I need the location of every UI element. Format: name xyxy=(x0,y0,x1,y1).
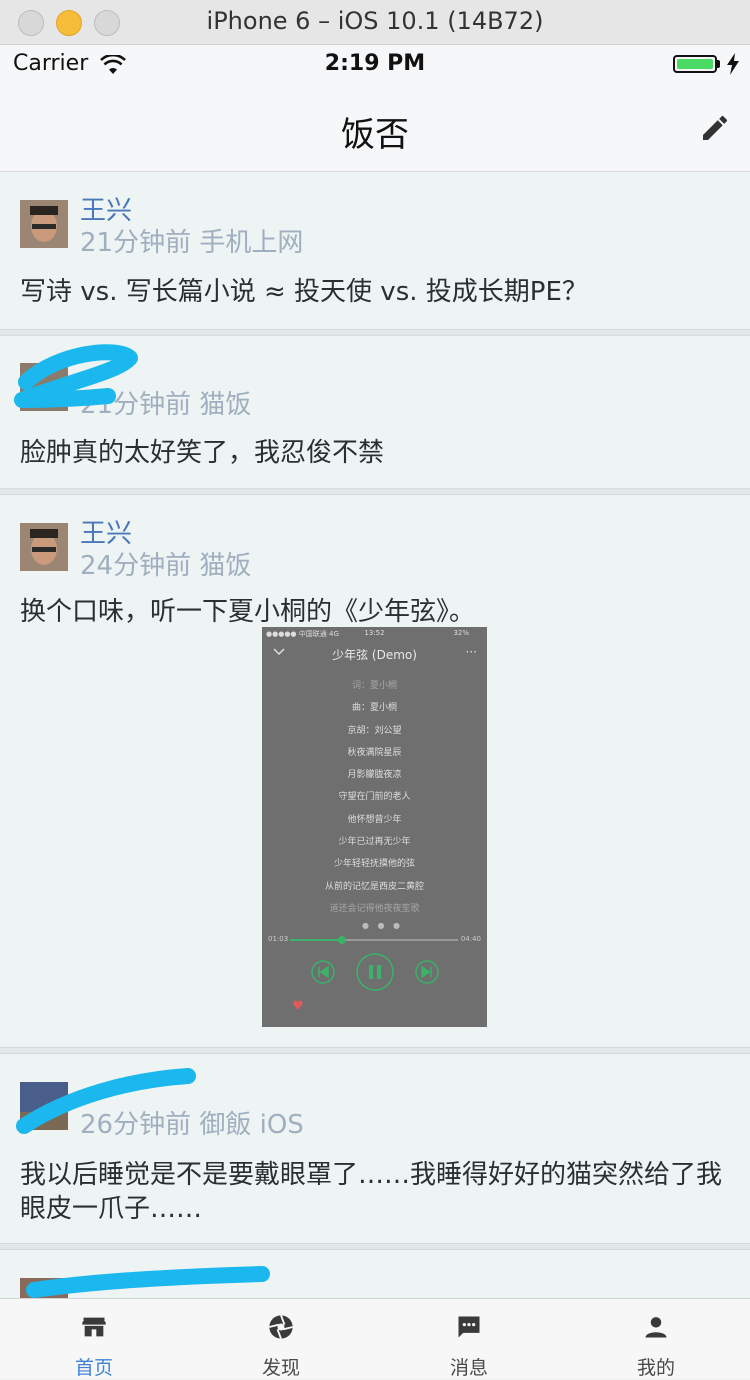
lyric-line: 月影朦胧夜凉 xyxy=(347,770,402,781)
redaction-scribble xyxy=(14,344,138,408)
post-meta: 21分钟前 手机上网 xyxy=(80,228,304,258)
store-icon xyxy=(82,1317,106,1337)
lyric-line: 从前的记忆是西皮二黄腔 xyxy=(324,881,424,892)
redaction-scribble xyxy=(16,1068,196,1134)
status-item[interactable]: 21分钟前 猫饭 脸肿真的太好笑了，我忍俊不禁 xyxy=(0,336,750,489)
timeline-feed[interactable]: 王兴 21分钟前 手机上网 写诗 vs. 写长篇小说 ≈ 投天使 vs. 投成长… xyxy=(0,172,750,1298)
navigation-bar: 饭否 xyxy=(0,85,750,172)
post-meta: 24分钟前 猫饭 xyxy=(80,551,252,581)
time-end: 04:40 xyxy=(460,935,481,943)
pencil-icon[interactable] xyxy=(699,112,731,144)
photo-status-bar: ●●●●● 中国联通 4G 13:52 32% xyxy=(266,629,469,638)
post-text: 我以后睡觉是不是要戴眼罩了……我睡得好好的猫突然给了我眼皮一爪子…… xyxy=(20,1160,723,1224)
more-icon: ··· xyxy=(465,645,477,659)
redaction-scribble xyxy=(26,1266,270,1298)
tab-label: 首页 xyxy=(74,1357,113,1379)
tab-me[interactable]: 我的 xyxy=(562,1299,750,1379)
post-photo[interactable]: ●●●●● 中国联通 4G 13:52 32% 少年弦 (Demo) ··· 词… xyxy=(262,627,487,1027)
tab-home[interactable]: 首页 xyxy=(0,1299,188,1379)
status-item[interactable]: 王兴 21分钟前 手机上网 写诗 vs. 写长篇小说 ≈ 投天使 vs. 投成长… xyxy=(0,172,750,330)
charging-bolt-icon xyxy=(727,53,739,75)
player-controls xyxy=(311,953,439,991)
battery-icon xyxy=(673,55,717,73)
page-dots: ● ● ● xyxy=(362,921,404,930)
chat-icon xyxy=(458,1316,480,1338)
battery-tip xyxy=(717,60,720,68)
lyrics-list: 词：夏小桐曲：夏小桐京胡：刘公望 秋夜满院星辰 月影朦胧夜凉 守望在门前的老人 他怀想曾… xyxy=(262,675,487,920)
person-icon xyxy=(645,1317,667,1338)
tab-label: 我的 xyxy=(636,1357,675,1379)
heart-icon: ♥ xyxy=(292,999,304,1014)
tab-messages[interactable]: 消息 xyxy=(375,1299,563,1379)
lyric-line: 守望在门前的老人 xyxy=(338,792,411,803)
status-item[interactable]: 26分钟前 御飯 iOS 我以后睡觉是不是要戴眼罩了……我睡得好好的猫突然给了我… xyxy=(0,1054,750,1244)
song-title: 少年弦 (Demo) xyxy=(332,648,417,662)
avatar[interactable] xyxy=(20,523,68,571)
seek-track xyxy=(290,936,458,944)
post-text: 换个口味，听一下夏小桐的《少年弦》。 xyxy=(20,597,476,627)
post-text: 写诗 vs. 写长篇小说 ≈ 投天使 vs. 投成长期PE？ xyxy=(20,277,588,307)
lyric-line: 道还会记得他夜夜笙歌 xyxy=(329,903,420,914)
tab-discover[interactable]: 发现 xyxy=(187,1299,375,1379)
lyric-line: 词：夏小桐 xyxy=(351,681,397,691)
lyric-line: 京胡：刘公望 xyxy=(347,725,402,736)
lyric-line: 曲：夏小桐 xyxy=(351,703,397,714)
lyric-line: 少年轻轻抚摸他的弦 xyxy=(333,859,415,870)
status-item[interactable]: 王兴 24分钟前 猫饭 换个口味，听一下夏小桐的《少年弦》。 ●●●●● 中国联… xyxy=(0,495,750,1048)
status-bar: Carrier 2:19 PM xyxy=(0,45,750,85)
lyric-line: 他怀想曾少年 xyxy=(347,814,402,825)
time-start: 01:03 xyxy=(268,935,289,943)
post-text: 脸肿真的太好笑了，我忍俊不禁 xyxy=(20,438,385,468)
lyric-line: 秋夜满院星辰 xyxy=(347,747,402,758)
tab-label: 消息 xyxy=(449,1357,488,1379)
clock: 2:19 PM xyxy=(324,51,426,76)
status-item[interactable] xyxy=(0,1250,750,1298)
page-title: 饭否 xyxy=(341,115,409,155)
tab-bar: 首页 发现 消息 我的 xyxy=(0,1298,750,1379)
simulator-title-bar: iPhone 6 – iOS 10.1 (14B72) xyxy=(0,0,750,45)
tab-label: 发现 xyxy=(261,1357,300,1379)
window-title: iPhone 6 – iOS 10.1 (14B72) xyxy=(206,7,544,35)
lyric-line: 少年已过再无少年 xyxy=(338,837,411,848)
avatar[interactable] xyxy=(20,200,68,248)
aperture-icon xyxy=(269,1315,293,1339)
